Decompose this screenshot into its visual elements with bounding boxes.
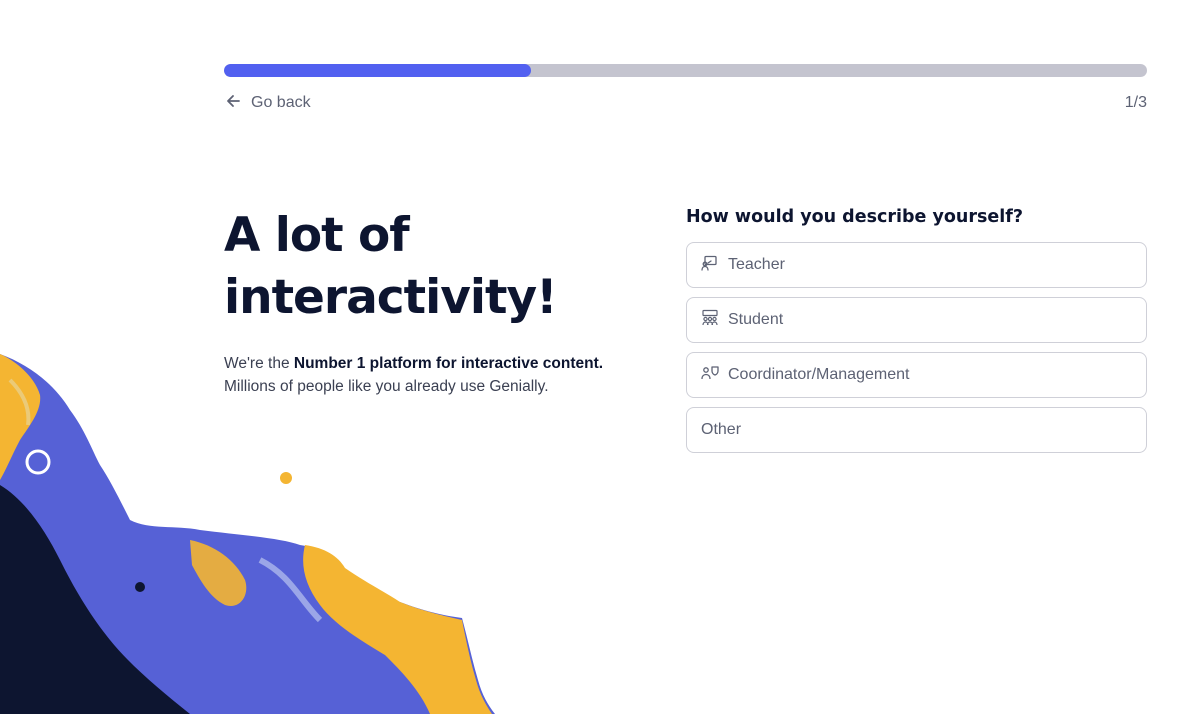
description-suffix: Millions of people like you already use … (224, 378, 549, 395)
teacher-icon (701, 254, 719, 277)
coordinator-icon (701, 364, 719, 387)
option-student[interactable]: Student (686, 297, 1147, 343)
question-heading: How would you describe yourself? (686, 207, 1024, 227)
title-line-1: A lot of (224, 208, 410, 263)
title-line-2: interactivity! (224, 270, 558, 325)
description-bold: Number 1 platform for interactive conten… (293, 355, 604, 372)
decorative-dot-yellow (280, 472, 292, 484)
progress-bar-fill (224, 64, 532, 77)
option-label: Other (701, 421, 742, 438)
go-back-button[interactable]: Go back (225, 92, 311, 114)
option-label: Student (728, 311, 784, 328)
arrow-left-icon (225, 93, 241, 114)
option-label: Coordinator/Management (728, 366, 910, 383)
option-coordinator[interactable]: Coordinator/Management (686, 352, 1147, 398)
student-icon (701, 309, 719, 332)
page-title: A lot of interactivity! (224, 205, 644, 329)
decorative-dot-black (135, 582, 145, 592)
progress-bar (224, 64, 1147, 77)
description-prefix: We're the (224, 355, 294, 372)
go-back-label: Go back (251, 94, 311, 111)
role-options: Teacher Student Coordinator/Management O… (686, 242, 1147, 462)
option-label: Teacher (728, 256, 785, 273)
page-description: We're the Number 1 platform for interact… (224, 352, 604, 398)
option-teacher[interactable]: Teacher (686, 242, 1147, 288)
option-other[interactable]: Other (686, 407, 1147, 453)
step-counter: 1/3 (1124, 94, 1147, 111)
